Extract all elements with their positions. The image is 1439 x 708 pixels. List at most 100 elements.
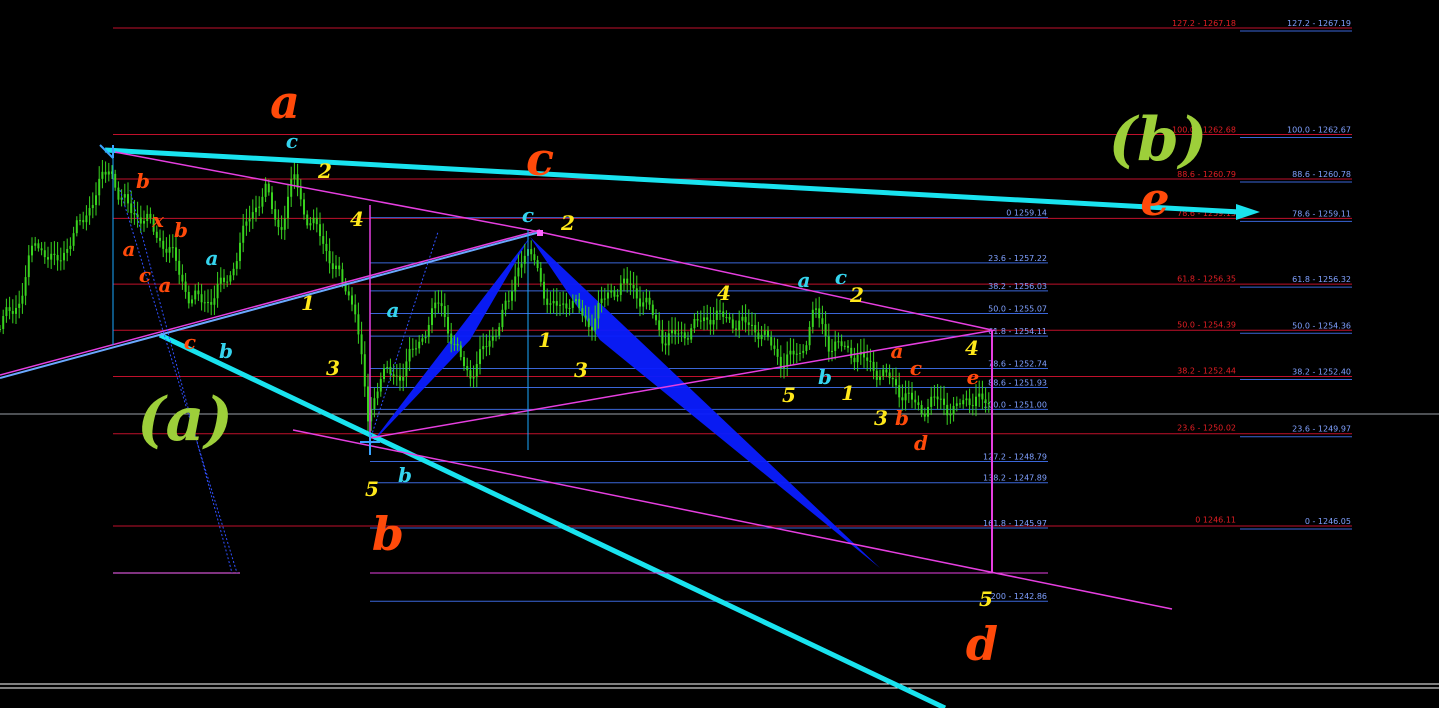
candle-body [811,309,814,327]
wave-label: (a) [137,385,233,455]
fib-left-label: 0 1259.14 [1006,209,1047,218]
candle-body [287,196,289,219]
wave-label: b [372,507,404,561]
candle-body [930,396,933,407]
candle-body [418,341,421,349]
candle-body [805,345,808,351]
candle-body [168,247,171,253]
candle-body [584,315,587,319]
candle-body [885,369,888,373]
candle-body [610,290,613,293]
candle-body [517,267,520,277]
candle-body [619,283,622,295]
candle-body [395,375,398,377]
fib-left-label: 50.0 - 1255.07 [988,305,1047,314]
candle-body [123,194,126,198]
candle-body [363,354,366,387]
candle-body [450,333,453,344]
candle-body [507,300,510,302]
candle-body [491,335,494,341]
candle-body [2,316,5,329]
wave-label: 2 [560,211,575,235]
candle-body [555,301,558,306]
candle-body [367,386,369,422]
wave-label: c [184,330,196,354]
candle-body [53,253,56,255]
candle-body [219,277,222,284]
candle-body [31,245,33,256]
candle-body [965,398,968,401]
wave-label: e [1140,172,1169,226]
candle-body [104,171,107,175]
price-chart[interactable]: 127.2 - 1267.19 100.0 - 1262.67 88.6 - 126… [0,0,1439,708]
wave-label: b [219,339,233,363]
candle-body [751,324,753,326]
candle-body [840,341,843,347]
candle-body [703,317,705,322]
candle-body [21,295,24,304]
candle-body [82,220,85,223]
candle-body [187,291,190,304]
candle-body [315,217,318,225]
candle-body [850,347,853,358]
wave-label: a [159,273,172,297]
candle-body [162,240,165,249]
wave-label: 4 [965,336,979,360]
candle-body [95,195,97,206]
wave-label: e [967,365,980,389]
candle-body [875,370,878,380]
candle-body [306,214,309,226]
candle-body [776,348,779,357]
candle-body [59,260,62,262]
candle-body [683,332,686,339]
candle-body [642,302,645,307]
candle-body [735,328,737,330]
candle-body [824,324,827,337]
candle-body [469,370,472,379]
candle-body [530,249,533,255]
wave-label: x [151,208,165,232]
candle-body [754,325,757,333]
candle-body [891,377,894,380]
candle-body [325,243,328,252]
candle-body [443,306,446,317]
candle-body [72,233,75,246]
candle-body [399,375,401,381]
candle-body [843,345,846,347]
candle-body [511,291,513,301]
wave-label: a [387,298,400,322]
candle-body [767,330,769,338]
candle-body [235,261,238,269]
candle-body [978,393,981,397]
candle-body [472,377,475,379]
candle-body [514,276,517,292]
wave-label: 4 [717,281,731,305]
candle-body [43,250,46,258]
wave-label: 5 [365,477,379,501]
candle-body [799,352,801,354]
candle-body [498,327,501,336]
fib-middle-label: 127.2 - 1267.18 [1172,19,1236,28]
candle-body [712,319,715,325]
candle-body [667,333,670,346]
wave-label: 3 [326,356,340,380]
fib-left-label: 38.2 - 1256.03 [988,282,1047,291]
candle-body [664,343,667,346]
candle-body [914,399,917,403]
candle-body [463,357,465,367]
candle-body [648,297,651,305]
candle-body [98,178,101,196]
candle-body [226,281,229,283]
candle-body [184,281,187,292]
candle-body [680,332,683,334]
fib-right-label: 38.2 - 1252.40 [1292,367,1351,376]
candle-body [731,319,734,329]
candle-body [760,334,763,340]
candle-body [581,308,584,316]
candle-body [907,392,910,394]
wave-label: b [818,365,832,389]
candle-body [632,284,635,289]
candle-body [27,255,30,278]
candle-body [40,248,43,251]
candle-body [267,183,270,193]
